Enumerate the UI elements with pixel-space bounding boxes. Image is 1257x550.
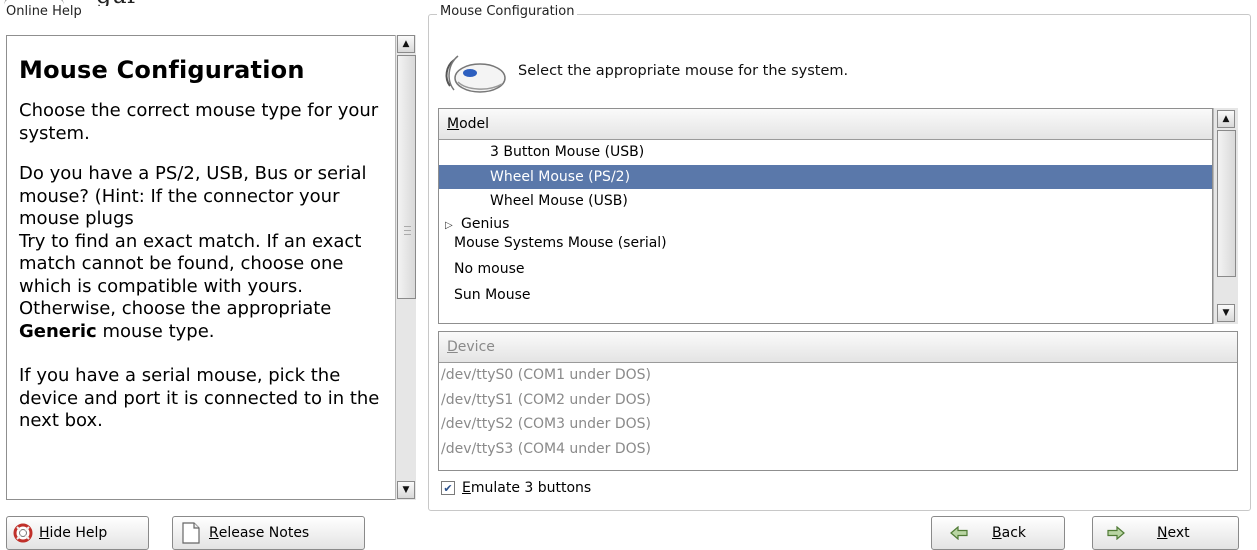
help-content: Mouse Configuration Choose the correct m… <box>19 56 393 433</box>
help-thumb-grip <box>404 230 411 231</box>
device-row[interactable]: /dev/ttyS0 (COM1 under DOS) <box>439 363 1237 388</box>
help-scrollbar[interactable]: ▲ ▼ <box>395 35 416 500</box>
checkbox-check-icon[interactable]: ✔ <box>441 481 455 495</box>
device-column-header[interactable]: Device <box>439 332 1237 363</box>
arrow-left-icon <box>950 526 968 540</box>
help-paragraph-4: If you have a serial mouse, pick the dev… <box>19 365 380 431</box>
frame-legend: Mouse Configuration <box>437 4 578 19</box>
model-row-group[interactable]: ▷ Genius <box>439 214 1212 235</box>
device-row[interactable]: /dev/ttyS2 (COM3 under DOS) <box>439 412 1237 437</box>
back-mnemonic: B <box>992 525 1002 541</box>
top-clipped-text: gur <box>0 0 1257 6</box>
emulate-3-buttons-checkbox[interactable]: ✔ Emulate 3 buttons <box>441 480 591 496</box>
model-scroll-up-button[interactable]: ▲ <box>1217 110 1235 128</box>
model-row[interactable]: No mouse <box>439 255 1212 283</box>
release-notes-mnemonic: R <box>209 525 219 541</box>
hide-help-button[interactable]: Hide Help <box>6 516 149 550</box>
model-row[interactable]: 3 Button Mouse (USB) <box>439 140 1212 165</box>
device-header-label: evice <box>457 339 495 355</box>
help-scroll-down-button[interactable]: ▼ <box>397 481 415 499</box>
help-scroll-thumb[interactable] <box>397 55 416 299</box>
help-thumb-grip <box>404 226 411 227</box>
next-button[interactable]: Next <box>1092 516 1239 550</box>
next-mnemonic: N <box>1157 525 1168 541</box>
help-p3-text: Try to find an exact match. If an exact … <box>19 230 362 320</box>
help-caption: Online Help <box>6 4 82 19</box>
model-row[interactable]: Sun Mouse <box>439 283 1212 308</box>
help-title: Mouse Configuration <box>19 56 305 84</box>
model-row-selected[interactable]: Wheel Mouse (PS/2) <box>439 164 1212 189</box>
model-row[interactable]: Wheel Mouse (USB) <box>439 189 1212 214</box>
mouse-icon <box>445 55 506 93</box>
model-header-mnemonic: M <box>447 116 460 132</box>
lifebuoy-icon <box>13 523 33 543</box>
help-paragraph-2: Do you have a PS/2, USB, Bus or serial m… <box>19 163 367 229</box>
model-list[interactable]: Model 3 Button Mouse (USB) Wheel Mouse (… <box>438 108 1213 324</box>
next-label: ext <box>1167 525 1190 541</box>
help-thumb-grip <box>404 234 411 235</box>
model-scroll-thumb[interactable] <box>1217 130 1236 277</box>
device-list[interactable]: Device /dev/ttyS0 (COM1 under DOS) /dev/… <box>438 331 1238 471</box>
document-icon <box>182 522 200 544</box>
model-header-label: odel <box>459 116 490 132</box>
top-clipped-label: gur <box>96 0 138 6</box>
device-row[interactable]: /dev/ttyS3 (COM4 under DOS) <box>439 437 1237 462</box>
triangle-right-icon[interactable]: ▷ <box>445 215 461 235</box>
model-scrollbar[interactable]: ▲ ▼ <box>1213 108 1238 324</box>
device-header-mnemonic: D <box>447 339 458 355</box>
model-group-label: Genius <box>461 215 510 232</box>
help-paragraph-1: Choose the correct mouse type for your s… <box>19 100 379 144</box>
device-row[interactable]: /dev/ttyS1 (COM2 under DOS) <box>439 388 1237 413</box>
model-column-header[interactable]: Model <box>439 109 1212 140</box>
back-button[interactable]: Back <box>931 516 1065 550</box>
help-scroll-up-button[interactable]: ▲ <box>397 35 415 53</box>
release-notes-button[interactable]: Release Notes <box>172 516 365 550</box>
back-label: ack <box>1001 525 1026 541</box>
help-p3-bold: Generic <box>19 320 97 342</box>
help-panel: Mouse Configuration Choose the correct m… <box>6 35 415 500</box>
emulate-label: mulate 3 buttons <box>470 480 592 496</box>
model-row[interactable]: Mouse Systems Mouse (serial) <box>439 235 1212 255</box>
hide-help-mnemonic: H <box>39 525 50 541</box>
help-paragraph-3: Try to find an exact match. If an exact … <box>19 231 393 344</box>
help-p3-text-end: mouse type. <box>96 320 215 342</box>
hide-help-label: ide Help <box>49 525 108 541</box>
emulate-mnemonic: E <box>462 480 471 496</box>
arrow-right-icon <box>1107 526 1125 540</box>
release-notes-label: elease Notes <box>218 525 310 541</box>
model-scroll-down-button[interactable]: ▼ <box>1217 304 1235 322</box>
select-instruction: Select the appropriate mouse for the sys… <box>518 63 849 79</box>
